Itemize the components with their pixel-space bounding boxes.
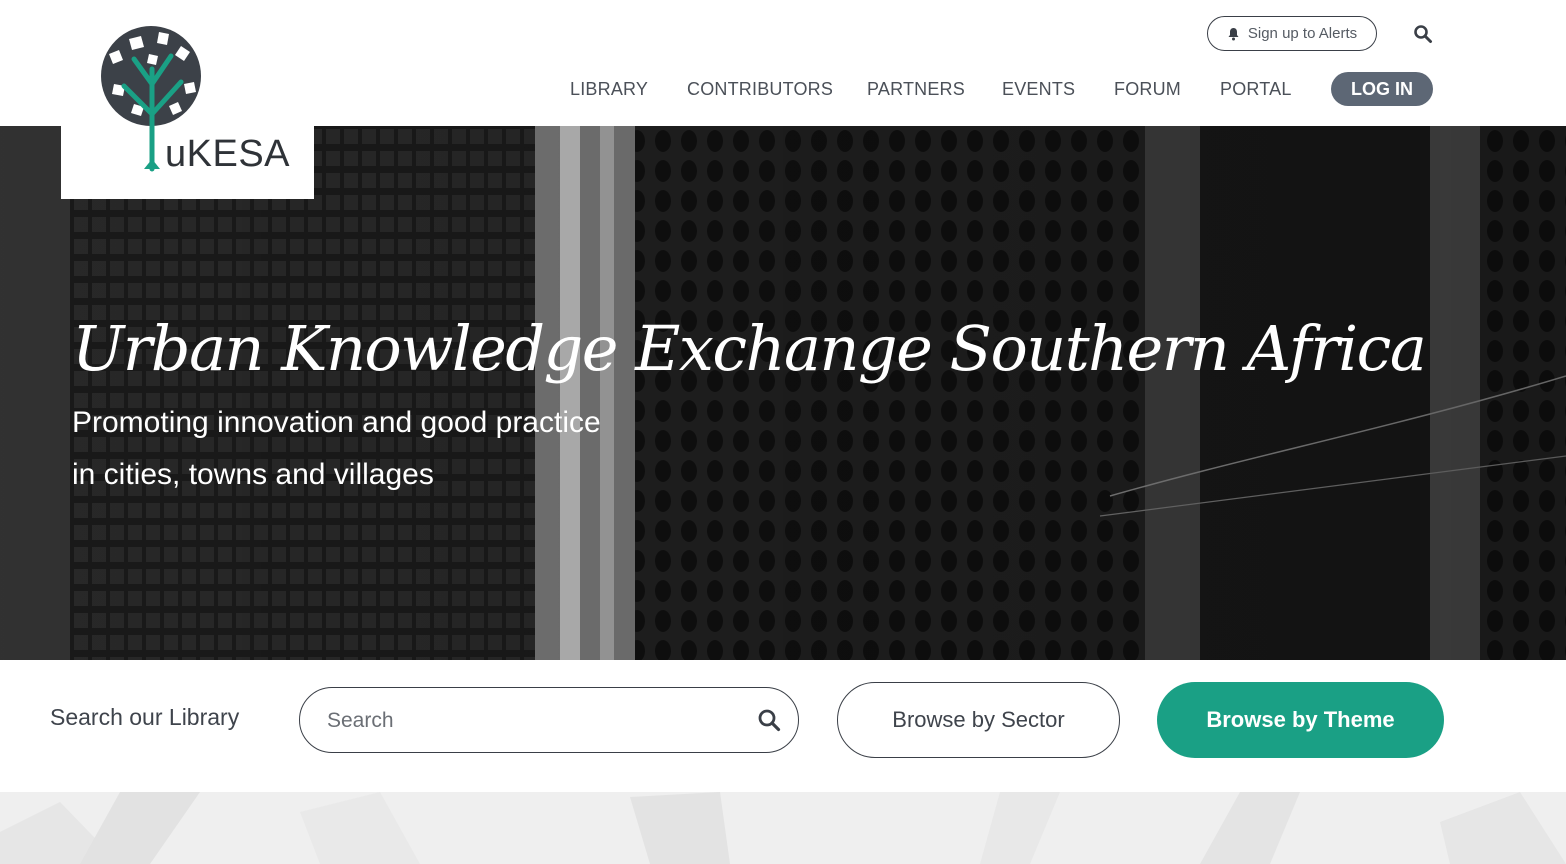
login-button[interactable]: LOG IN <box>1331 72 1433 106</box>
hero-title: Urban Knowledge Exchange Southern Africa <box>72 312 1427 385</box>
hero-subtitle-line2: in cities, towns and villages <box>72 458 434 491</box>
nav-library[interactable]: LIBRARY <box>570 72 648 106</box>
browse-by-sector-button[interactable]: Browse by Sector <box>837 682 1120 758</box>
library-search-input[interactable] <box>327 702 747 740</box>
sign-up-alerts-label: Sign up to Alerts <box>1247 25 1358 42</box>
library-search-field[interactable] <box>299 687 799 753</box>
library-search-bar: Search our Library Browse by Sector Brow… <box>0 660 1566 792</box>
sign-up-alerts-button[interactable]: Sign up to Alerts <box>1207 16 1377 51</box>
decorative-background-pattern <box>0 792 1566 864</box>
hero-subtitle-line1: Promoting innovation and good practice <box>72 406 601 439</box>
nav-contributors[interactable]: CONTRIBUTORS <box>687 72 833 106</box>
hero-background-image <box>0 126 1566 660</box>
nav-events[interactable]: EVENTS <box>1002 72 1075 106</box>
logo-text: uKESA <box>165 133 291 175</box>
nav-portal[interactable]: PORTAL <box>1220 72 1292 106</box>
hero-banner: Urban Knowledge Exchange Southern Africa… <box>0 126 1566 660</box>
search-icon[interactable] <box>1413 24 1433 44</box>
search-icon[interactable] <box>757 708 781 732</box>
nav-forum[interactable]: FORUM <box>1114 72 1181 106</box>
site-logo[interactable]: uKESA <box>61 0 314 199</box>
bell-icon <box>1228 27 1239 40</box>
nav-partners[interactable]: PARTNERS <box>867 72 965 106</box>
search-library-label: Search our Library <box>50 704 240 730</box>
browse-by-theme-button[interactable]: Browse by Theme <box>1157 682 1444 758</box>
